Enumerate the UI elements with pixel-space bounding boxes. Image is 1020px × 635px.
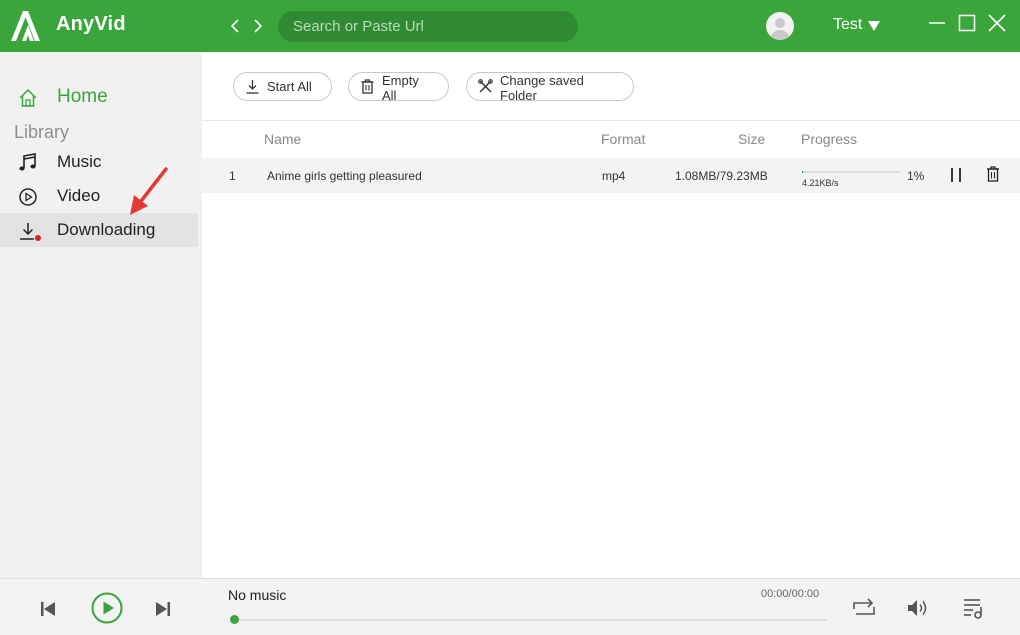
change-folder-label: Change saved Folder: [500, 73, 584, 103]
toolbar-divider: [202, 120, 1020, 121]
play-button[interactable]: [91, 592, 123, 624]
main-content: Start All Empty All Change saved Folder …: [202, 52, 1020, 578]
maximize-icon[interactable]: [956, 12, 978, 34]
sidebar-item-label: Downloading: [57, 220, 156, 239]
column-header-size: Size: [738, 131, 766, 147]
library-heading: Library: [14, 122, 70, 142]
empty-all-label: Empty All: [382, 73, 419, 103]
column-header-format: Format: [601, 131, 646, 147]
now-playing-title: No music: [228, 587, 287, 603]
anyvid-logo-icon: [11, 11, 40, 41]
seek-bar[interactable]: [234, 619, 827, 621]
sidebar-item-downloading[interactable]: Downloading: [0, 213, 198, 247]
playback-time: 00:00/00:00: [761, 588, 820, 600]
row-name: Anime girls getting pleasured: [267, 169, 422, 183]
repeat-icon[interactable]: [851, 597, 877, 619]
row-speed: 4.21KB/s: [802, 178, 839, 188]
annotation-arrow-icon: [130, 167, 168, 215]
table-row[interactable]: 1 Anime girls getting pleasured mp4 1.08…: [202, 158, 1020, 193]
previous-track-icon[interactable]: [40, 601, 56, 617]
row-size: 1.08MB/79.23MB: [675, 169, 768, 183]
column-header-progress: Progress: [801, 131, 858, 147]
sidebar-item-label: Video: [57, 186, 101, 205]
empty-all-button[interactable]: Empty All: [348, 72, 449, 103]
delete-icon[interactable]: [986, 166, 1000, 182]
seek-knob[interactable]: [230, 615, 239, 624]
sidebar-item-home[interactable]: Home: [0, 80, 198, 114]
pause-icon[interactable]: [948, 167, 964, 183]
trash-icon: [361, 79, 374, 94]
next-track-icon[interactable]: [155, 601, 171, 617]
row-progress-percent: 1%: [907, 169, 925, 183]
start-all-label: Start All: [267, 79, 312, 94]
user-menu-caret-icon[interactable]: [868, 21, 880, 31]
user-avatar[interactable]: [766, 12, 794, 40]
app-name: AnyVid: [56, 13, 126, 35]
progress-bar-fill: [802, 171, 803, 173]
player-bar: No music 00:00/00:00: [0, 578, 1020, 635]
back-arrow-icon[interactable]: [228, 16, 242, 36]
music-note-icon: [19, 153, 36, 171]
forward-arrow-icon[interactable]: [251, 16, 265, 36]
title-bar: AnyVid Test: [0, 0, 1020, 52]
column-header-name: Name: [264, 131, 302, 147]
row-index: 1: [229, 169, 236, 183]
progress-bar: [802, 171, 900, 173]
sidebar: Home Library Music Video Downloading: [0, 52, 202, 578]
start-all-button[interactable]: Start All: [233, 72, 332, 101]
notification-dot: [35, 235, 41, 241]
download-icon: [246, 80, 259, 94]
user-name[interactable]: Test: [833, 16, 862, 34]
playlist-icon[interactable]: [962, 596, 986, 620]
volume-icon[interactable]: [906, 598, 932, 618]
video-play-icon: [19, 188, 37, 206]
home-icon: [19, 88, 37, 107]
sidebar-item-label: Home: [57, 86, 108, 107]
sidebar-item-label: Music: [57, 152, 102, 171]
search-input[interactable]: [278, 11, 578, 42]
minimize-icon[interactable]: [926, 12, 948, 34]
change-folder-button[interactable]: Change saved Folder: [466, 72, 634, 103]
row-format: mp4: [602, 169, 626, 183]
user-avatar-icon: [771, 18, 789, 40]
tools-icon: [478, 79, 493, 93]
close-icon[interactable]: [986, 12, 1008, 34]
